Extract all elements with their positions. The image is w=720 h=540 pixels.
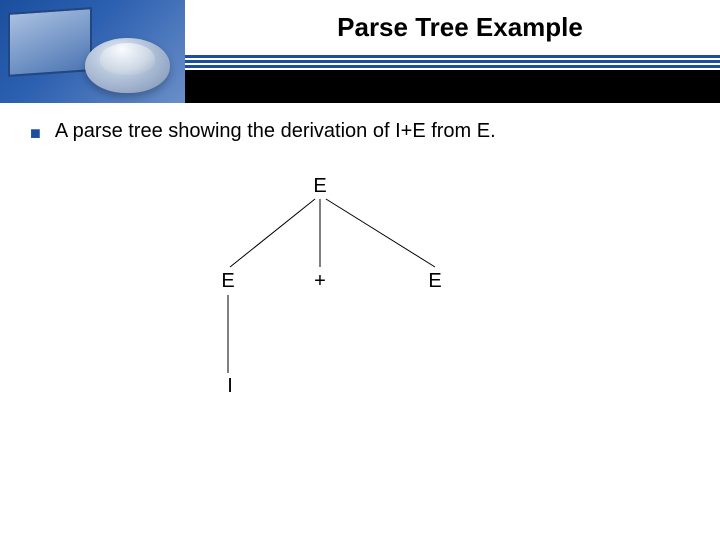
tree-node-leaf: I — [220, 375, 240, 398]
parse-tree-diagram: E E + E I — [200, 175, 520, 475]
tree-edges — [200, 175, 520, 475]
tree-node-mid: + — [310, 270, 330, 293]
bullet-text: A parse tree showing the derivation of I… — [55, 120, 496, 143]
tree-node-right: E — [425, 270, 445, 293]
slide-header: Parse Tree Example — [0, 0, 720, 105]
corner-image — [0, 0, 185, 103]
mouse-icon — [100, 43, 155, 75]
bullet-item: ■ A parse tree showing the derivation of… — [30, 120, 690, 146]
tree-node-left: E — [218, 270, 238, 293]
bullet-marker-icon: ■ — [30, 120, 41, 146]
slide-title: Parse Tree Example — [337, 12, 583, 43]
tree-node-root: E — [310, 175, 330, 198]
